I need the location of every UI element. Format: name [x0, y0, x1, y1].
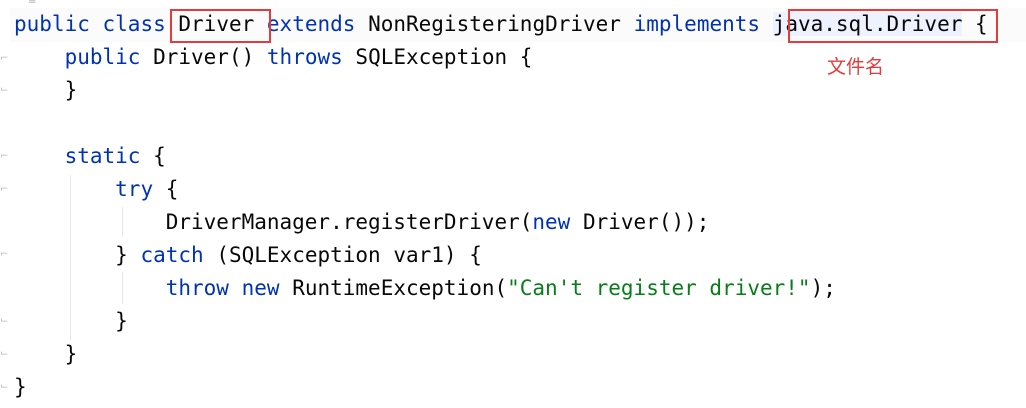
fold-bracket-icon[interactable]: ⌐ — [0, 248, 9, 262]
fold-bracket-icon[interactable]: ⌐ — [0, 150, 9, 164]
code-line-7[interactable]: DriverManager.registerDriver(new Driver(… — [14, 206, 710, 239]
keyword: static — [64, 144, 141, 168]
keyword: throw — [165, 276, 229, 300]
editor-gutter: = ⌐ ⌙ ⌐ ⌐ ⌐ ⌙ ⌙ ⌙ — [0, 0, 36, 408]
brace: { — [153, 144, 166, 168]
code-line-5[interactable]: static { — [14, 140, 166, 173]
constructor-name: Driver() — [153, 45, 255, 69]
string-literal: "Can't register driver!" — [507, 276, 811, 300]
keyword: new — [241, 276, 280, 300]
code-text: Driver()); — [582, 210, 710, 234]
keyword: try — [115, 177, 154, 201]
keyword: extends — [266, 12, 356, 36]
keyword: catch — [140, 243, 204, 267]
keyword: public — [14, 12, 90, 36]
brace: } — [64, 342, 78, 366]
code-line-3[interactable]: } — [14, 74, 78, 107]
code-text: RuntimeException( — [292, 276, 508, 300]
code-line-2[interactable]: public Driver() throws SQLException { — [14, 41, 533, 74]
code-line-10[interactable]: } — [14, 305, 128, 338]
fold-bracket-icon[interactable]: ⌐ — [0, 52, 9, 66]
code-text: DriverManager.registerDriver( — [165, 210, 533, 234]
fold-bracket-icon[interactable]: ⌙ — [0, 347, 9, 361]
code-line-11[interactable]: } — [14, 338, 78, 371]
keyword: throws — [266, 45, 343, 69]
code-editor[interactable]: = ⌐ ⌙ ⌐ ⌐ ⌐ ⌙ ⌙ ⌙ public class Driver ex… — [0, 0, 1026, 408]
code-line-6[interactable]: try { — [14, 173, 178, 206]
fold-bracket-icon[interactable]: ⌙ — [0, 314, 9, 328]
code-line-12[interactable]: } — [14, 371, 27, 404]
fold-bracket-icon[interactable]: ⌙ — [0, 380, 9, 394]
fold-bracket-icon[interactable]: ⌐ — [0, 183, 9, 197]
class-name-highlight-box — [170, 9, 271, 43]
code-text: SQLException { — [355, 45, 533, 69]
brace: } — [14, 375, 27, 399]
annotation-label: 文件名 — [827, 56, 885, 78]
brace: } — [64, 78, 78, 102]
parent-class-name: NonRegisteringDriver — [368, 12, 621, 36]
code-text: ); — [810, 276, 836, 300]
keyword: class — [102, 12, 166, 36]
code-line-9[interactable]: throw new RuntimeException("Can't regist… — [14, 272, 836, 305]
brace: } — [115, 243, 128, 267]
interface-highlight-box — [788, 9, 998, 43]
brace: } — [115, 309, 128, 333]
keyword: implements — [633, 12, 761, 36]
fold-bracket-icon[interactable]: ⌙ — [0, 83, 9, 97]
brace: { — [165, 177, 179, 201]
code-text: (SQLException var1) { — [216, 243, 482, 267]
keyword: new — [532, 210, 571, 234]
code-line-8[interactable]: } catch (SQLException var1) { — [14, 239, 482, 272]
keyword: public — [64, 45, 141, 69]
